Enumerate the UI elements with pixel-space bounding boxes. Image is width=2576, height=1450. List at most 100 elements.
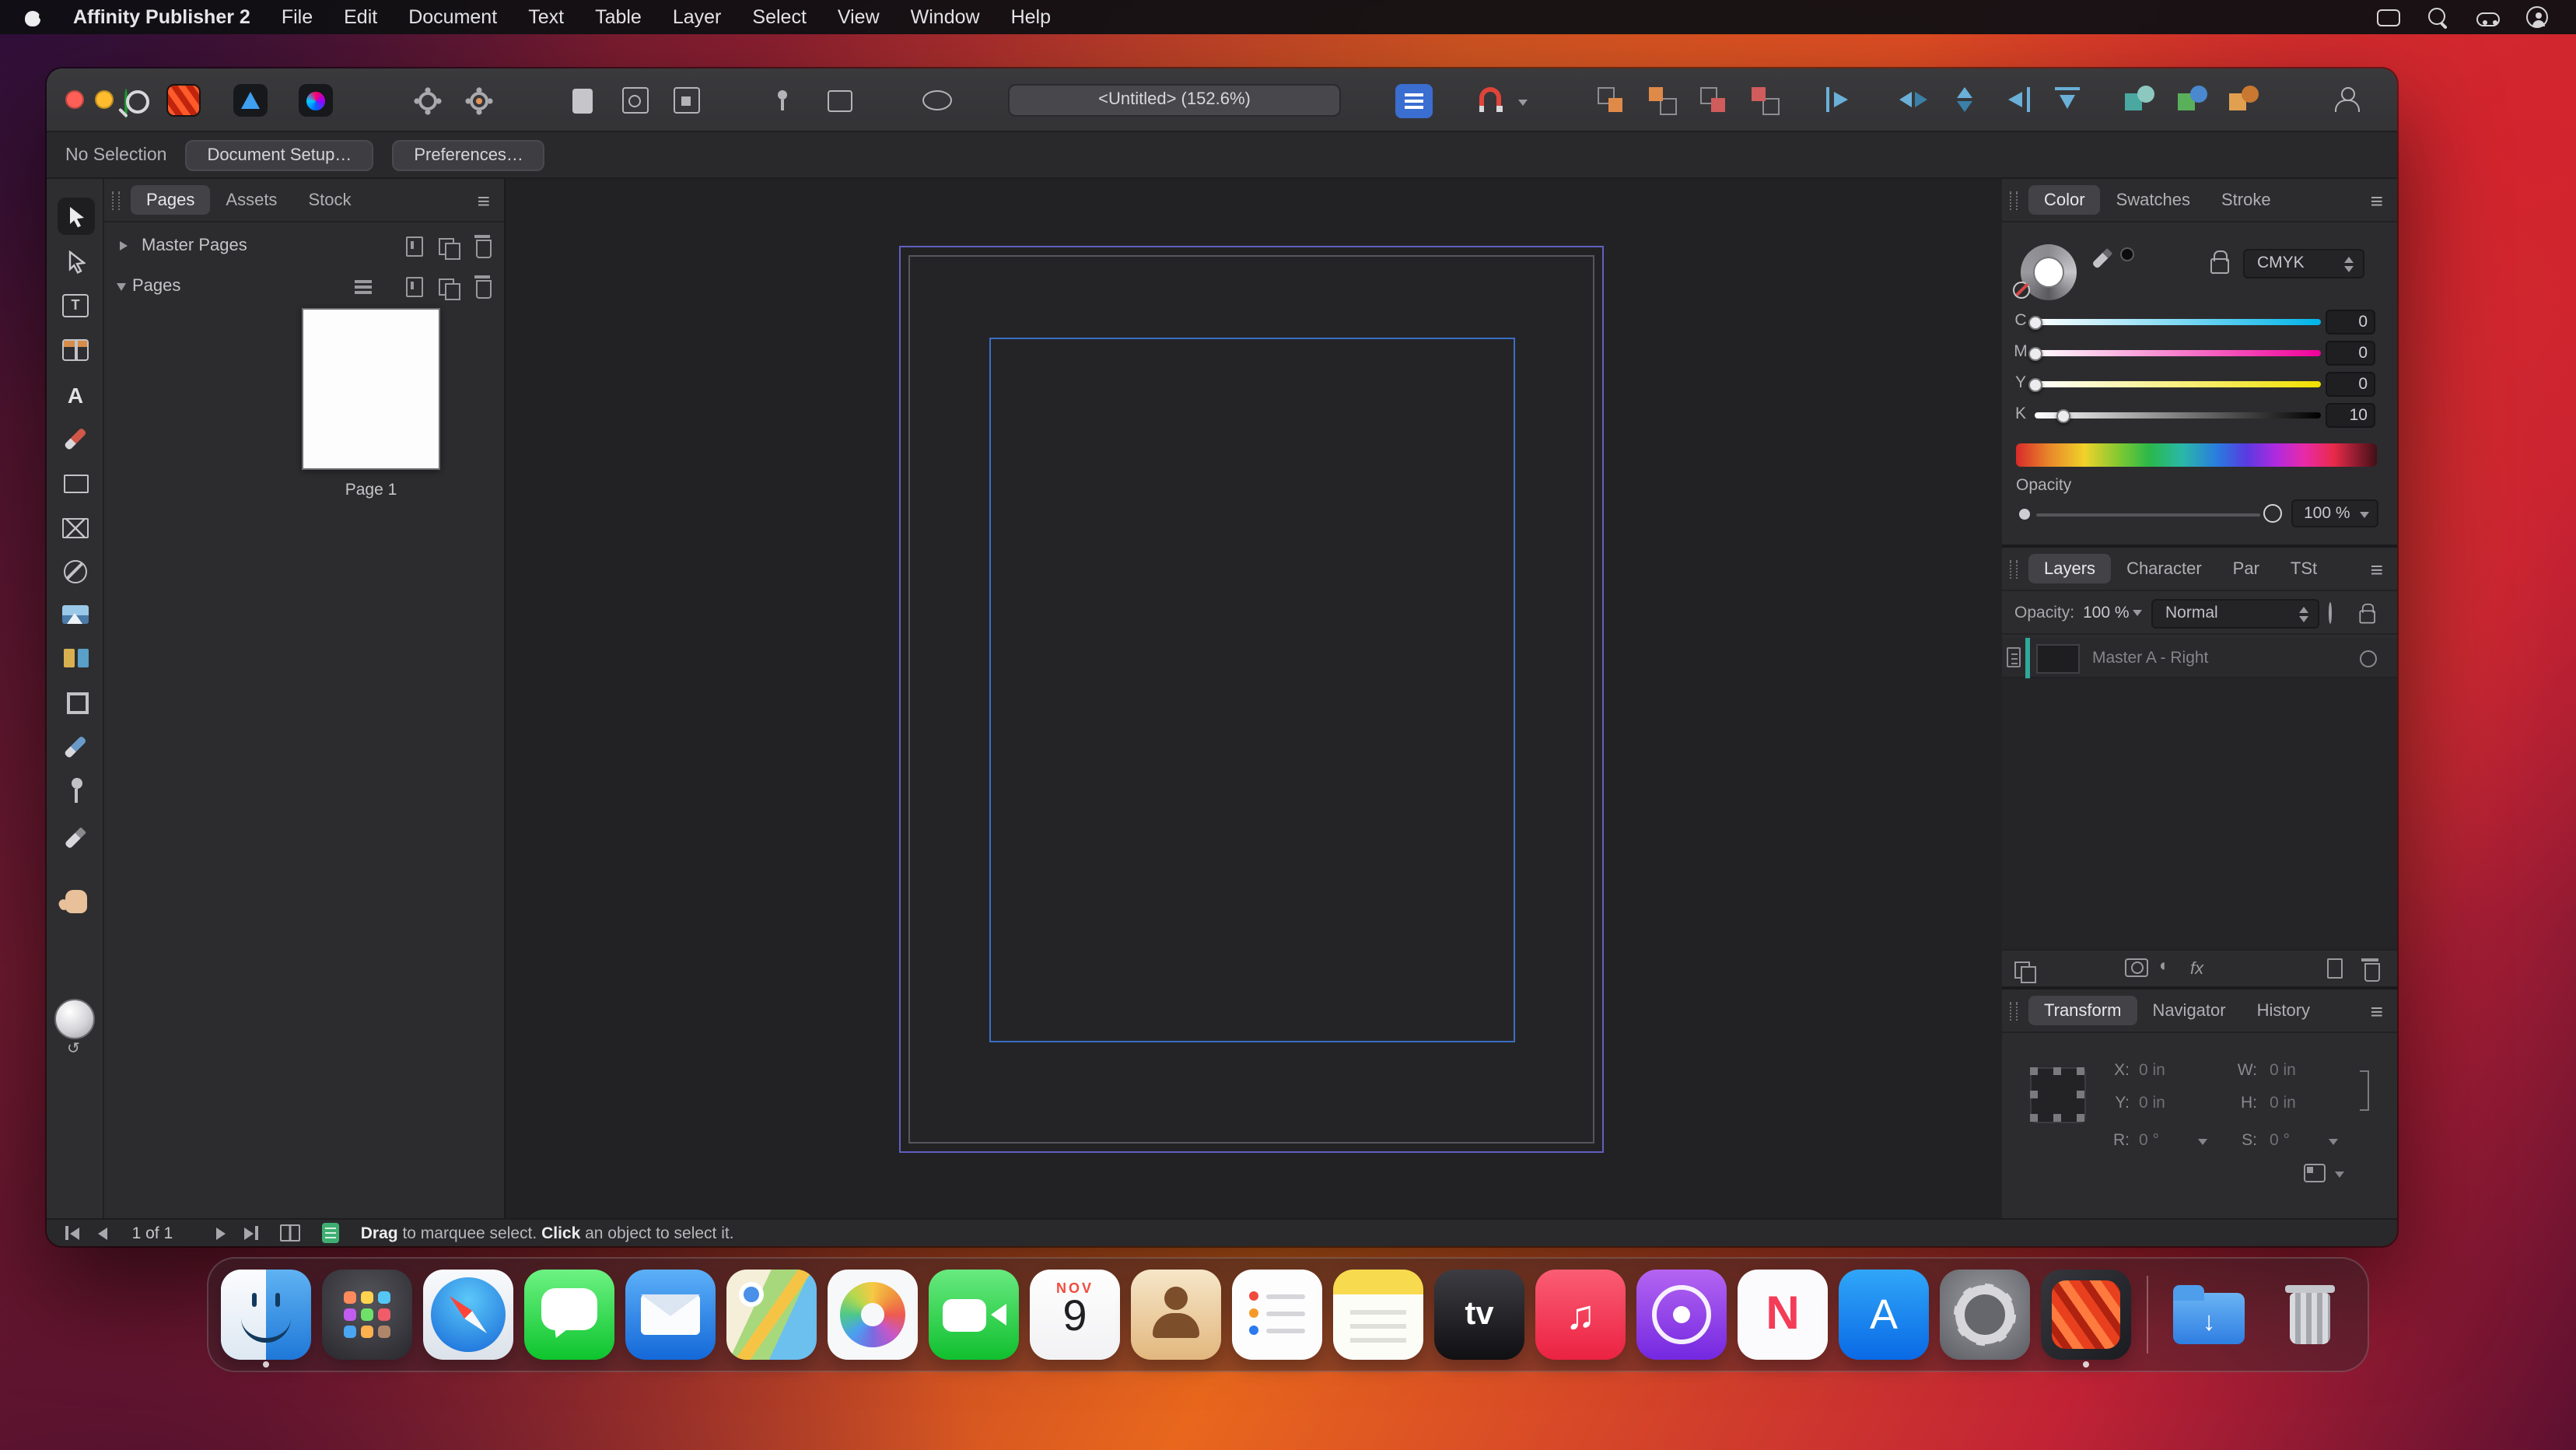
delete-page-icon[interactable] [473,275,493,297]
menu-view[interactable]: View [822,6,895,28]
snapping-magnet-icon[interactable] [1479,87,1501,110]
layer-name[interactable]: Master A - Right [2092,649,2208,667]
s-value[interactable]: 0 ° [2270,1131,2290,1150]
layers-list-empty-area[interactable] [2002,678,2397,949]
chevron-down-icon[interactable] [2329,1139,2338,1145]
w-value[interactable]: 0 in [2270,1061,2296,1080]
pan-tool[interactable] [57,882,94,919]
preflight-status-icon[interactable] [322,1223,339,1243]
panel-menu-icon[interactable]: ≡ [2371,558,2383,580]
cyan-value[interactable]: 0 [2326,310,2375,334]
add-master-page-icon[interactable] [404,235,425,257]
color-mode-dropdown[interactable]: CMYK [2243,249,2364,278]
boolean-subtract-icon[interactable] [2178,86,2209,114]
opacity-value-dropdown[interactable]: 100 % [2291,499,2378,527]
dock-item-mail[interactable] [625,1270,716,1360]
paint-brush-tool[interactable] [57,728,94,765]
next-page-button[interactable] [216,1227,226,1239]
previous-page-button[interactable] [98,1227,107,1239]
publisher-persona-button[interactable] [166,84,201,117]
tab-layers[interactable]: Layers [2028,554,2111,583]
flip-vertical-icon[interactable] [1951,87,1979,112]
place-image-tool[interactable] [57,596,94,633]
cyan-slider[interactable] [2035,319,2321,324]
panel-menu-icon[interactable]: ≡ [2371,189,2383,211]
align-top-icon[interactable] [2055,87,2083,112]
zoom-button[interactable] [124,89,128,118]
dock-item-trash[interactable] [2265,1270,2355,1360]
panel-grip-icon[interactable] [2010,1001,2018,1020]
tab-color[interactable]: Color [2028,185,2101,215]
control-center-icon[interactable] [2476,12,2500,26]
apple-menu-icon[interactable] [23,7,44,27]
chevron-down-icon[interactable] [2133,610,2142,616]
tab-transform[interactable]: Transform [2028,996,2137,1025]
dock-item-system-settings[interactable] [1940,1270,2030,1360]
delete-master-page-icon[interactable] [473,235,493,257]
layer-settings-gear-icon[interactable] [2329,604,2332,622]
page-layout-options-icon[interactable] [353,275,373,297]
duplicate-page-icon[interactable] [439,275,459,297]
panel-menu-icon[interactable]: ≡ [478,189,490,211]
layer-row[interactable]: Master A - Right [2002,638,2397,678]
secondary-color-well[interactable] [2120,247,2134,261]
crop-tool[interactable] [57,683,94,720]
layer-opacity-value[interactable]: 100 % [2083,604,2130,622]
photo-persona-button[interactable] [299,84,333,117]
tab-text-styles[interactable]: TSt [2275,554,2333,583]
close-button[interactable] [65,90,84,109]
designer-persona-button[interactable] [233,84,268,117]
layer-lock-icon[interactable] [2360,604,2373,621]
yellow-slider-knob[interactable] [2028,377,2042,391]
chevron-down-icon[interactable] [117,282,126,295]
color-picker-tool[interactable] [57,818,94,856]
dock-item-contacts[interactable] [1131,1270,1221,1360]
pages-section[interactable]: Pages [104,269,504,303]
y-value[interactable]: 0 in [2139,1094,2165,1112]
preferences-gear-icon[interactable] [462,84,496,117]
yellow-slider[interactable] [2035,381,2321,387]
dock-item-safari[interactable] [423,1270,513,1360]
chevron-down-icon[interactable] [2335,1172,2344,1178]
dock-item-notes[interactable] [1333,1270,1423,1360]
artistic-text-tool[interactable]: A [57,377,94,414]
dock-item-app-store[interactable]: A [1839,1270,1929,1360]
pages-overview-icon[interactable] [280,1224,300,1242]
chevron-down-icon[interactable] [2198,1139,2207,1145]
ellipse-tool[interactable] [57,552,94,590]
dock-item-photos[interactable] [828,1270,918,1360]
vector-brush-tool[interactable] [57,420,94,457]
first-page-button[interactable] [65,1226,79,1240]
tab-paragraph[interactable]: Par [2217,554,2275,583]
menu-document[interactable]: Document [393,6,513,28]
dock-item-calendar[interactable]: NOV 9 [1030,1270,1120,1360]
menu-window[interactable]: Window [895,6,996,28]
user-account-icon[interactable] [2526,6,2548,28]
dock-item-affinity-publisher[interactable] [2041,1270,2131,1360]
layer-thumbnail[interactable] [2036,643,2080,673]
zoom-tool[interactable] [57,926,94,963]
black-slider[interactable] [2035,412,2321,418]
document-canvas[interactable] [506,179,2002,1218]
dock-item-reminders[interactable] [1232,1270,1322,1360]
boolean-intersect-icon[interactable] [2229,86,2260,114]
duplicate-master-page-icon[interactable] [439,235,459,257]
snapping-dropdown-chevron-icon[interactable] [1518,100,1528,106]
add-layer-icon[interactable] [2327,958,2343,979]
tab-navigator[interactable]: Navigator [2137,996,2241,1025]
layer-effects-icon[interactable]: fx [2190,958,2203,980]
no-fill-icon[interactable] [2013,282,2030,299]
dock-item-downloads[interactable]: ↓ [2164,1270,2254,1360]
chevron-right-icon[interactable] [120,241,132,250]
dock-item-maps[interactable] [726,1270,817,1360]
master-pages-section[interactable]: Master Pages [104,229,504,263]
transform-origin-icon[interactable] [2304,1164,2326,1182]
black-value[interactable]: 10 [2326,403,2375,428]
move-to-front-icon[interactable] [1596,86,1627,115]
align-left-icon[interactable] [1826,87,1854,112]
rectangle-tool[interactable] [57,465,94,503]
blend-mode-dropdown[interactable]: Normal [2151,598,2319,628]
fill-color-well[interactable] [54,999,95,1039]
cyan-slider-knob[interactable] [2028,315,2042,329]
black-slider-knob[interactable] [2056,408,2070,422]
